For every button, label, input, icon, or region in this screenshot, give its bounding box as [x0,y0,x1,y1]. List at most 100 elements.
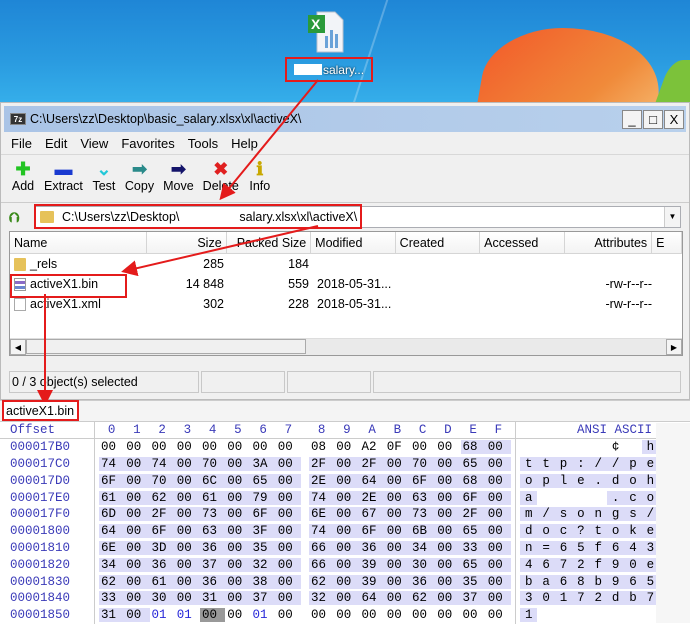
toolbar-copy-button[interactable]: ➡ Copy [125,155,154,202]
hex-byte[interactable]: 70 [410,456,436,471]
address-input[interactable]: C:\Users\zz\Desktop\ salary.xlsx\xl\acti… [35,205,681,228]
hex-byte[interactable]: 00 [334,574,360,589]
hex-byte[interactable]: 00 [435,591,461,606]
hex-byte[interactable]: 74 [309,490,335,505]
hex-byte[interactable]: 00 [174,473,200,488]
hex-byte[interactable]: 34 [410,540,436,555]
hex-byte[interactable]: 00 [275,574,301,589]
hex-byte[interactable]: 00 [124,507,150,522]
hex-byte[interactable]: 00 [174,557,200,572]
hex-byte[interactable]: 00 [485,490,511,505]
hex-byte[interactable]: 37 [460,591,486,606]
hex-byte[interactable]: 00 [276,440,301,454]
hex-byte[interactable]: 00 [124,456,150,471]
hex-byte[interactable]: 00 [174,490,200,505]
hex-byte[interactable]: 00 [275,507,301,522]
hex-byte[interactable]: 00 [150,440,175,454]
hex-byte[interactable]: 37 [250,591,276,606]
hex-byte[interactable]: 00 [200,608,226,623]
hex-byte[interactable]: 00 [334,608,359,622]
hex-byte[interactable]: 00 [99,440,124,454]
hex-byte[interactable]: 32 [309,591,335,606]
hex-byte[interactable]: 6C [200,473,226,488]
hex-byte[interactable]: 00 [309,608,334,622]
hex-byte[interactable]: 33 [460,540,486,555]
excel-file-icon[interactable]: X [305,10,345,54]
hex-byte[interactable]: 6F [250,507,276,522]
address-dropdown-button[interactable]: ▼ [664,206,680,227]
hex-byte[interactable]: 00 [334,524,360,539]
hex-byte[interactable]: 39 [359,557,385,572]
hex-byte[interactable]: 00 [384,490,410,505]
hex-byte[interactable]: 00 [175,440,200,454]
hex-byte[interactable]: 00 [124,608,150,623]
hex-byte[interactable]: 6D [99,507,125,522]
toolbar-extract-button[interactable]: ▬ Extract [44,155,83,202]
maximize-button[interactable]: □ [643,109,663,129]
hex-byte[interactable]: 08 [309,440,334,454]
hex-byte[interactable]: 00 [435,440,460,454]
hex-byte[interactable]: 00 [225,524,251,539]
hex-byte[interactable]: 00 [384,540,410,555]
hex-byte[interactable]: 00 [334,591,360,606]
hex-byte[interactable]: 34 [99,557,125,572]
hex-byte[interactable]: 00 [485,456,511,471]
hex-byte[interactable]: 36 [200,574,226,589]
close-button[interactable]: X [664,109,684,129]
hex-byte[interactable]: 00 [124,591,150,606]
desktop-file-label[interactable]: salary... [285,57,373,82]
hex-byte[interactable]: 3A [250,456,276,471]
horizontal-scrollbar[interactable]: ◀ ▶ [10,338,682,355]
hex-byte[interactable]: 74 [309,524,335,539]
toolbar-delete-button[interactable]: ✖ Delete [203,155,239,202]
hex-byte[interactable]: 6F [460,490,486,505]
hex-byte[interactable]: 3D [149,540,175,555]
hex-byte[interactable]: 00 [174,540,200,555]
hex-byte[interactable]: 00 [435,574,461,589]
hex-byte[interactable]: 68 [460,440,486,455]
column-created[interactable]: Created [395,232,481,253]
hex-byte[interactable]: 73 [410,507,436,522]
hex-byte[interactable]: 00 [124,524,150,539]
column-size[interactable]: Size [147,232,227,253]
column-accessed[interactable]: Accessed [480,232,565,253]
hex-byte[interactable]: 00 [485,540,511,555]
hex-byte[interactable]: 39 [359,574,385,589]
hex-byte[interactable]: 01 [251,608,276,622]
hex-byte[interactable]: 00 [334,557,360,572]
title-bar[interactable]: 7z C:\Users\zz\Desktop\basic_salary.xlsx… [4,106,686,132]
hex-byte[interactable]: 00 [275,456,301,471]
hex-byte[interactable]: 35 [460,574,486,589]
hex-byte[interactable]: 00 [486,608,511,622]
hex-byte[interactable]: 00 [435,507,461,522]
hex-byte[interactable]: 38 [250,574,276,589]
hex-byte[interactable]: 74 [99,456,125,471]
hex-byte[interactable]: 00 [384,557,410,572]
hex-grid[interactable]: Offset 0123456789ABCDEF ANSI ASCII 00001… [0,422,690,624]
column-modified[interactable]: Modified [311,232,396,253]
menu-file[interactable]: File [11,136,32,151]
hex-byte[interactable]: 31 [99,608,125,623]
hex-byte[interactable]: 70 [149,473,175,488]
hex-byte[interactable]: 00 [225,540,251,555]
hex-byte[interactable]: 2F [460,507,486,522]
toolbar-move-button[interactable]: ➡ Move [163,155,194,202]
hex-byte[interactable]: 00 [334,456,360,471]
hex-byte[interactable]: 00 [435,608,460,622]
hex-byte[interactable]: 62 [149,490,175,505]
scroll-right-button[interactable]: ▶ [666,339,682,355]
hex-byte[interactable]: 6E [99,540,125,555]
hex-byte[interactable]: 00 [485,507,511,522]
hex-byte[interactable]: 65 [460,557,486,572]
hex-byte[interactable]: 00 [124,473,150,488]
hex-byte[interactable]: 61 [200,490,226,505]
hex-byte[interactable]: 73 [200,507,226,522]
hex-byte[interactable]: 00 [124,557,150,572]
hex-byte[interactable]: 00 [334,473,360,488]
hex-byte[interactable]: 00 [334,490,360,505]
hex-byte[interactable]: 00 [384,591,410,606]
hex-byte[interactable]: 2F [309,456,335,471]
hex-byte[interactable]: 64 [359,591,385,606]
hex-byte[interactable]: 00 [334,507,360,522]
toolbar-info-button[interactable]: ℹ Info [248,155,272,202]
